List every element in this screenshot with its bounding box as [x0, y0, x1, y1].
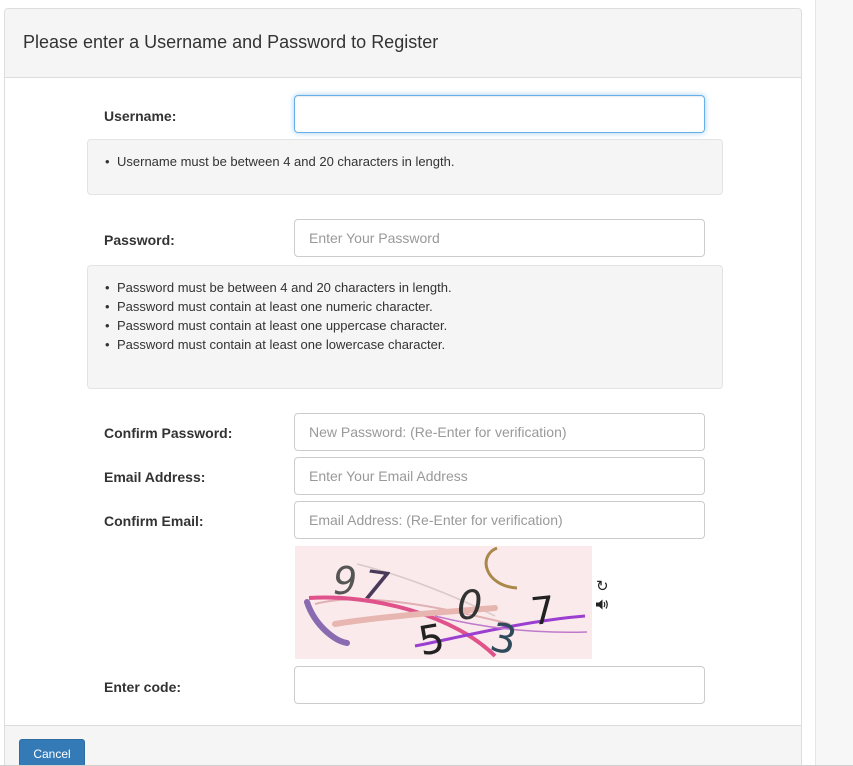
captcha-char: 0 — [457, 583, 482, 629]
password-rules-box: Password must be between 4 and 20 charac… — [87, 265, 723, 389]
captcha-code-input[interactable] — [294, 666, 705, 704]
username-rules-box: Username must be between 4 and 20 charac… — [87, 139, 723, 195]
password-rule: Password must contain at least one upper… — [88, 316, 722, 335]
speaker-icon-svg — [596, 599, 608, 610]
captcha-char: 9 — [333, 559, 357, 603]
confirm-password-input[interactable] — [294, 413, 705, 451]
password-label: Password: — [104, 232, 175, 248]
password-rule: Password must be between 4 and 20 charac… — [88, 278, 722, 297]
email-label: Email Address: — [104, 469, 206, 485]
captcha-svg: 9 7 0 7 5 3 — [304, 546, 588, 665]
username-input[interactable] — [294, 95, 705, 133]
confirm-password-label: Confirm Password: — [104, 425, 233, 441]
captcha-image: 9 7 0 7 5 3 — [295, 546, 592, 665]
panel-title: Please enter a Username and Password to … — [23, 32, 439, 52]
panel-heading: Please enter a Username and Password to … — [5, 9, 801, 78]
confirm-email-input[interactable] — [294, 501, 705, 539]
right-sidebar — [815, 0, 853, 766]
captcha-char: 3 — [486, 614, 520, 659]
refresh-icon[interactable]: ↻ — [596, 577, 609, 595]
password-input[interactable] — [294, 219, 705, 257]
confirm-email-label: Confirm Email: — [104, 513, 204, 529]
username-rules-list: Username must be between 4 and 20 charac… — [88, 152, 722, 171]
password-rule: Password must contain at least one numer… — [88, 297, 722, 316]
email-input[interactable] — [294, 457, 705, 495]
captcha-char: 7 — [529, 588, 558, 634]
enter-code-label: Enter code: — [104, 679, 182, 695]
registration-panel: Please enter a Username and Password to … — [4, 8, 802, 766]
password-rules-list: Password must be between 4 and 20 charac… — [88, 278, 722, 354]
password-rule: Password must contain at least one lower… — [88, 335, 722, 354]
username-label: Username: — [104, 108, 177, 124]
speaker-icon[interactable] — [596, 599, 609, 613]
panel-footer: Cancel — [5, 725, 801, 766]
username-rule: Username must be between 4 and 20 charac… — [88, 152, 722, 171]
cancel-button[interactable]: Cancel — [19, 739, 85, 766]
